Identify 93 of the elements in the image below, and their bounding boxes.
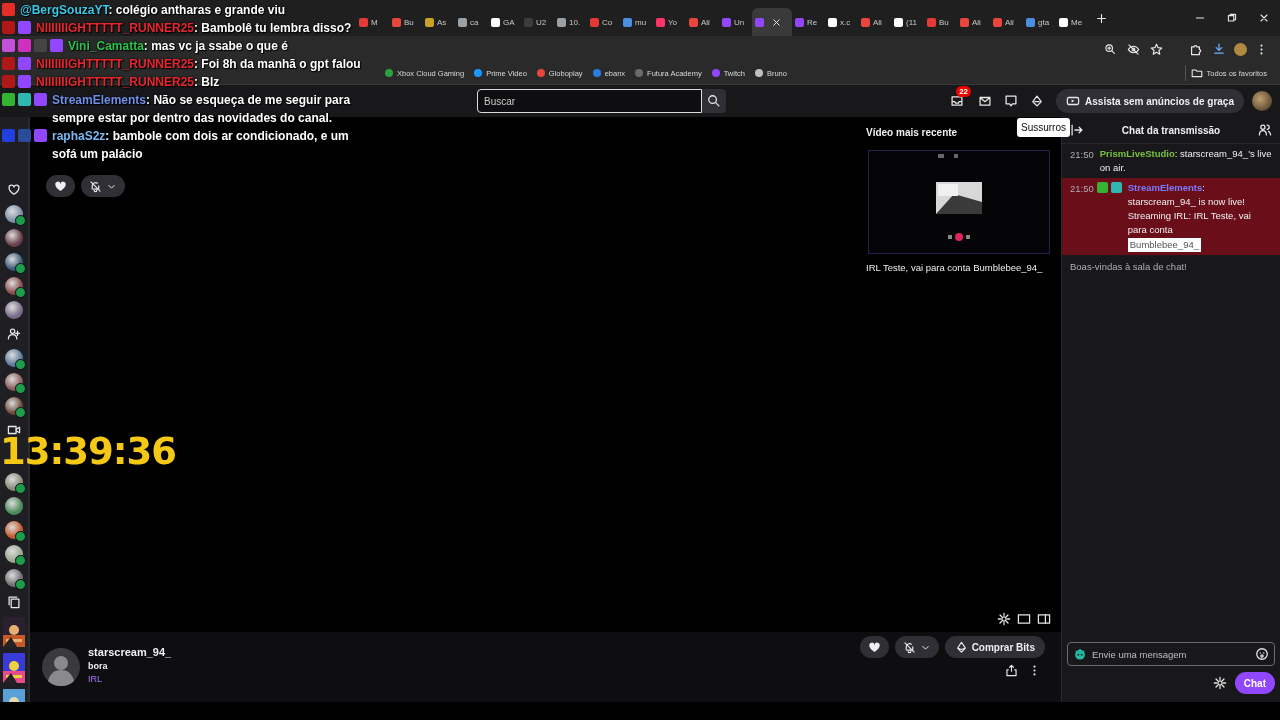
channel-avatar[interactable] <box>5 497 23 515</box>
bell-off-icon <box>902 640 916 654</box>
user-avatar[interactable] <box>1252 91 1272 111</box>
buy-bits-button[interactable]: Comprar Bits <box>944 636 1045 658</box>
tooltip: Sussurros <box>1017 118 1070 137</box>
video-title[interactable]: IRL Teste, vai para conta Bumblebee_94_ <box>866 262 1056 273</box>
channel-name[interactable]: starscream_94_ <box>88 646 172 658</box>
browser-tab[interactable]: gta <box>1023 8 1056 36</box>
chat-bubble-icon <box>1004 94 1019 108</box>
emote-icon[interactable] <box>1073 647 1087 661</box>
heart-icon <box>867 640 881 654</box>
timestamp: 21:50 <box>1070 148 1094 162</box>
chat-message: PrismLiveStudio: starscream_94_'s live on air. <box>1099 147 1272 175</box>
notifications-button[interactable] <box>81 175 125 197</box>
browser-tab[interactable]: Ali <box>990 8 1023 36</box>
browser-tab[interactable]: U2 <box>521 8 554 36</box>
browser-tab[interactable]: Ali <box>858 8 891 36</box>
stream-title: bora <box>88 661 109 671</box>
heart-icon[interactable] <box>7 183 21 197</box>
bell-off-icon <box>89 179 102 193</box>
inbox-icon <box>950 94 965 108</box>
mention-tag: Bumblebee_94_ <box>1127 238 1201 252</box>
puzzle-icon[interactable] <box>1189 42 1202 56</box>
users-icon[interactable] <box>1258 123 1272 137</box>
zoom-icon[interactable] <box>1104 42 1117 56</box>
timestamp: 21:50 <box>1070 182 1094 196</box>
share-icon[interactable] <box>1005 664 1018 677</box>
restore-icon[interactable] <box>1226 12 1238 24</box>
search-field[interactable]: Buscar <box>477 89 702 113</box>
channel-avatar[interactable] <box>5 301 23 319</box>
copy-icon[interactable] <box>7 595 21 609</box>
chat-title: Chat da transmissão <box>1121 124 1221 136</box>
chat-message: @BergSouzaYT: colégio antharas e grande viu <box>20 2 287 19</box>
clock-text: 13:39:36 <box>0 437 177 466</box>
follow-button[interactable] <box>859 636 889 658</box>
search-button[interactable] <box>702 89 726 113</box>
download-icon[interactable] <box>1212 42 1226 56</box>
theater-mode-icon[interactable] <box>1017 612 1031 626</box>
channel-avatar[interactable] <box>42 648 80 686</box>
diamond-icon <box>1030 94 1045 108</box>
channel-avatar[interactable] <box>5 229 23 247</box>
camera-icon[interactable] <box>7 423 21 437</box>
inbox-button[interactable]: 22 <box>943 86 972 116</box>
folder-icon <box>1190 67 1203 79</box>
side-panel-icon[interactable] <box>1037 612 1051 626</box>
chat-message: StreamElements: Não se esqueça de me seguir para sempre estar por dentro das novidades do canal. <box>52 92 352 127</box>
notifications-button[interactable] <box>894 636 939 658</box>
collapse-icon[interactable] <box>1070 123 1084 137</box>
profile-icon[interactable] <box>1234 42 1247 56</box>
settings-icon[interactable] <box>1212 676 1227 690</box>
ticket-icon <box>1066 94 1081 108</box>
chat-message: raphaS2z: bambole com dois ar condicionado, e um sofá um palácio <box>52 128 350 163</box>
browser-tab[interactable]: Bu <box>924 8 957 36</box>
browser-tab[interactable]: x.c <box>825 8 858 36</box>
browser-tab[interactable]: GA <box>488 8 521 36</box>
browser-tab[interactable]: As <box>422 8 455 36</box>
browser-tab[interactable]: (11 <box>891 8 924 36</box>
emoji-icon[interactable] <box>1255 647 1269 661</box>
settings-icon[interactable] <box>997 612 1011 626</box>
chat-message: StreamElements: starscream_94_ is now live! Streaming IRL: IRL Teste, vai para conta <box>1127 181 1252 237</box>
browser-tab[interactable]: M <box>356 8 389 36</box>
browser-tab[interactable]: Ali <box>957 8 990 36</box>
chat-notice: Boas-vindas à sala de chat! <box>1069 260 1188 274</box>
heart-icon <box>54 179 67 193</box>
browser-tab[interactable]: Re <box>792 8 825 36</box>
browser-tab[interactable]: 10. <box>554 8 587 36</box>
chat-message: NIIIIIIIGHTTTTT_RUNNER25: Foi 8h da manhã o gpt falou <box>36 56 362 73</box>
mail-icon <box>978 94 993 108</box>
new-tab-icon[interactable] <box>1095 11 1108 25</box>
ad-free-button[interactable]: Assista sem anúncios de graça <box>1056 89 1244 113</box>
user-plus-icon[interactable] <box>7 327 21 341</box>
eye-off-icon[interactable] <box>1127 42 1140 56</box>
browser-tab[interactable]: Un <box>719 8 752 36</box>
browser-tab[interactable]: Ali <box>686 8 719 36</box>
browser-tab[interactable]: ca <box>455 8 488 36</box>
browser-tab[interactable]: mu <box>620 8 653 36</box>
chat-message: NIIIIIIIGHTTTTT_RUNNER25: Blz <box>36 74 221 91</box>
search-icon <box>707 94 721 108</box>
browser-tab[interactable]: Me <box>1056 8 1089 36</box>
browser-tab[interactable]: Yo <box>653 8 686 36</box>
bits-icon <box>954 640 968 654</box>
close-icon[interactable] <box>1258 12 1270 24</box>
follow-button[interactable] <box>46 175 75 197</box>
chat-button[interactable]: Chat <box>1234 672 1275 694</box>
notification-count: 22 <box>956 86 972 97</box>
chat-message: Vini_Camatta: mas vc ja ssabe o que é <box>68 38 289 55</box>
chat-message: NIIIIIIIGHTTTTT_RUNNER25: Bambolê tu lembra disso? <box>36 20 353 37</box>
browser-tab[interactable]: Bu <box>389 8 422 36</box>
close-icon[interactable] <box>771 16 782 28</box>
message-input[interactable]: Envie uma mensagem <box>1067 642 1275 666</box>
browser-tab[interactable]: Co <box>587 8 620 36</box>
category-link[interactable]: IRL <box>88 674 172 684</box>
star-icon[interactable] <box>1150 42 1163 56</box>
